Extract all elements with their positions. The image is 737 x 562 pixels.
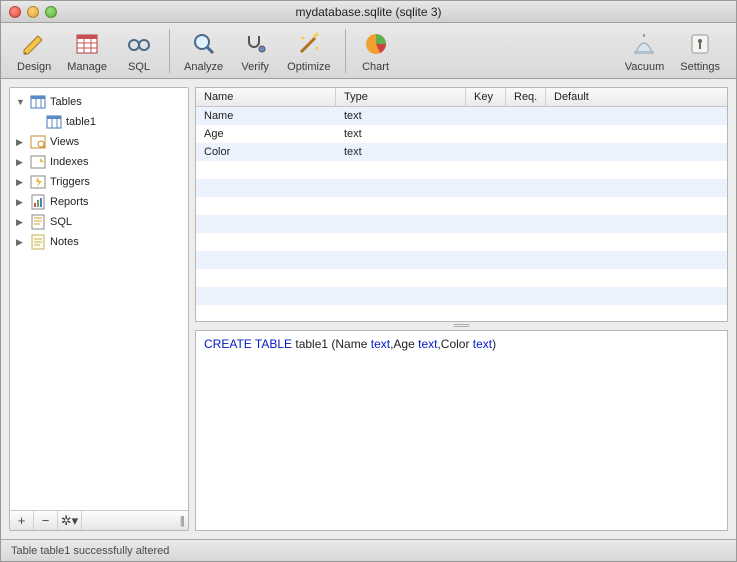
disclosure-right-icon[interactable]: ▶ xyxy=(16,137,26,148)
col-req[interactable]: Req. xyxy=(506,88,546,106)
minimize-button[interactable] xyxy=(27,6,39,18)
design-button[interactable]: Design xyxy=(9,26,59,75)
close-button[interactable] xyxy=(9,6,21,18)
zoom-button[interactable] xyxy=(45,6,57,18)
tree-label: SQL xyxy=(50,216,72,228)
settings-button[interactable]: Settings xyxy=(672,26,728,75)
sidebar-footer: + − ✲▾ ||| xyxy=(10,510,188,530)
grid-body: NametextAgetextColortext xyxy=(196,107,727,321)
cell-name: Name xyxy=(196,110,336,122)
tree-label: Triggers xyxy=(50,176,90,188)
vacuum-button[interactable]: Vacuum xyxy=(617,26,673,75)
col-type[interactable]: Type xyxy=(336,88,466,106)
table-row[interactable] xyxy=(196,269,727,287)
splitter[interactable]: ══ xyxy=(195,322,728,330)
grid-header: Name Type Key Req. Default xyxy=(196,88,727,107)
index-icon xyxy=(30,154,46,170)
table-icon xyxy=(46,114,62,130)
magnifier-icon xyxy=(188,28,220,60)
col-default[interactable]: Default xyxy=(546,88,727,106)
chart-button[interactable]: Chart xyxy=(352,26,400,75)
table-row[interactable] xyxy=(196,179,727,197)
content-area: ▼ Tables table1 ▶ Views ▶ Indexes ▶ xyxy=(1,79,736,539)
table-row[interactable] xyxy=(196,197,727,215)
window-controls xyxy=(9,6,57,18)
table-row[interactable]: Colortext xyxy=(196,143,727,161)
optimize-button[interactable]: Optimize xyxy=(279,26,338,75)
tree-label: Indexes xyxy=(50,156,89,168)
sql-keyword: CREATE TABLE xyxy=(204,337,292,351)
table-row[interactable] xyxy=(196,233,727,251)
col-name[interactable]: Name xyxy=(196,88,336,106)
cell-name: Age xyxy=(196,128,336,140)
tree-label: Reports xyxy=(50,196,89,208)
tree-item-sql[interactable]: ▶ SQL xyxy=(10,212,188,232)
tree-item-indexes[interactable]: ▶ Indexes xyxy=(10,152,188,172)
sidebar: ▼ Tables table1 ▶ Views ▶ Indexes ▶ xyxy=(9,87,189,531)
pie-icon xyxy=(360,28,392,60)
table-row[interactable] xyxy=(196,161,727,179)
gear-button[interactable]: ✲▾ xyxy=(58,511,82,530)
table-row[interactable]: Agetext xyxy=(196,125,727,143)
pencil-icon xyxy=(18,28,50,60)
window-title: mydatabase.sqlite (sqlite 3) xyxy=(295,5,441,19)
verify-button[interactable]: Verify xyxy=(231,26,279,75)
tree-item-views[interactable]: ▶ Views xyxy=(10,132,188,152)
tree-label: Tables xyxy=(50,96,82,108)
notes-icon xyxy=(30,234,46,250)
manage-button[interactable]: Manage xyxy=(59,26,115,75)
separator xyxy=(345,29,346,73)
view-icon xyxy=(30,134,46,150)
tree-label: Views xyxy=(50,136,79,148)
wand-icon xyxy=(293,28,325,60)
toolbar: Design Manage SQL Analyze Verify Optimiz… xyxy=(1,23,736,79)
sqlfile-icon xyxy=(30,214,46,230)
tree-label: Notes xyxy=(50,236,79,248)
disclosure-right-icon[interactable]: ▶ xyxy=(16,237,26,248)
cell-type: text xyxy=(336,110,466,122)
tree-item-table1[interactable]: table1 xyxy=(10,112,188,132)
glasses-icon xyxy=(123,28,155,60)
add-button[interactable]: + xyxy=(10,511,34,530)
sql-pane[interactable]: CREATE TABLE table1 (Name text,Age text,… xyxy=(195,330,728,531)
disclosure-down-icon[interactable]: ▼ xyxy=(16,97,26,107)
cell-name: Color xyxy=(196,146,336,158)
report-icon xyxy=(30,194,46,210)
resize-handle[interactable]: ||| xyxy=(176,515,188,527)
separator xyxy=(169,29,170,73)
switch-icon xyxy=(684,28,716,60)
col-key[interactable]: Key xyxy=(466,88,506,106)
disclosure-right-icon[interactable]: ▶ xyxy=(16,197,26,208)
disclosure-right-icon[interactable]: ▶ xyxy=(16,177,26,188)
columns-grid[interactable]: Name Type Key Req. Default NametextAgete… xyxy=(195,87,728,322)
trigger-icon xyxy=(30,174,46,190)
cell-type: text xyxy=(336,128,466,140)
sql-button[interactable]: SQL xyxy=(115,26,163,75)
table-row[interactable]: Nametext xyxy=(196,107,727,125)
table-row[interactable] xyxy=(196,215,727,233)
main-panel: Name Type Key Req. Default NametextAgete… xyxy=(195,87,728,531)
titlebar: mydatabase.sqlite (sqlite 3) xyxy=(1,1,736,23)
tree-item-reports[interactable]: ▶ Reports xyxy=(10,192,188,212)
table-row[interactable] xyxy=(196,287,727,305)
tree-item-tables[interactable]: ▼ Tables xyxy=(10,92,188,112)
disclosure-right-icon[interactable]: ▶ xyxy=(16,157,26,168)
statusbar: Table table1 successfully altered xyxy=(1,539,736,561)
tree-item-triggers[interactable]: ▶ Triggers xyxy=(10,172,188,192)
disclosure-right-icon[interactable]: ▶ xyxy=(16,217,26,228)
remove-button[interactable]: − xyxy=(34,511,58,530)
table-row[interactable] xyxy=(196,251,727,269)
grid-icon xyxy=(71,28,103,60)
bell-icon xyxy=(628,28,660,60)
tree[interactable]: ▼ Tables table1 ▶ Views ▶ Indexes ▶ xyxy=(10,88,188,510)
table-row[interactable] xyxy=(196,305,727,321)
status-text: Table table1 successfully altered xyxy=(11,545,169,557)
analyze-button[interactable]: Analyze xyxy=(176,26,231,75)
tree-label: table1 xyxy=(66,116,96,128)
cell-type: text xyxy=(336,146,466,158)
tree-item-notes[interactable]: ▶ Notes xyxy=(10,232,188,252)
stethoscope-icon xyxy=(239,28,271,60)
table-icon xyxy=(30,94,46,110)
